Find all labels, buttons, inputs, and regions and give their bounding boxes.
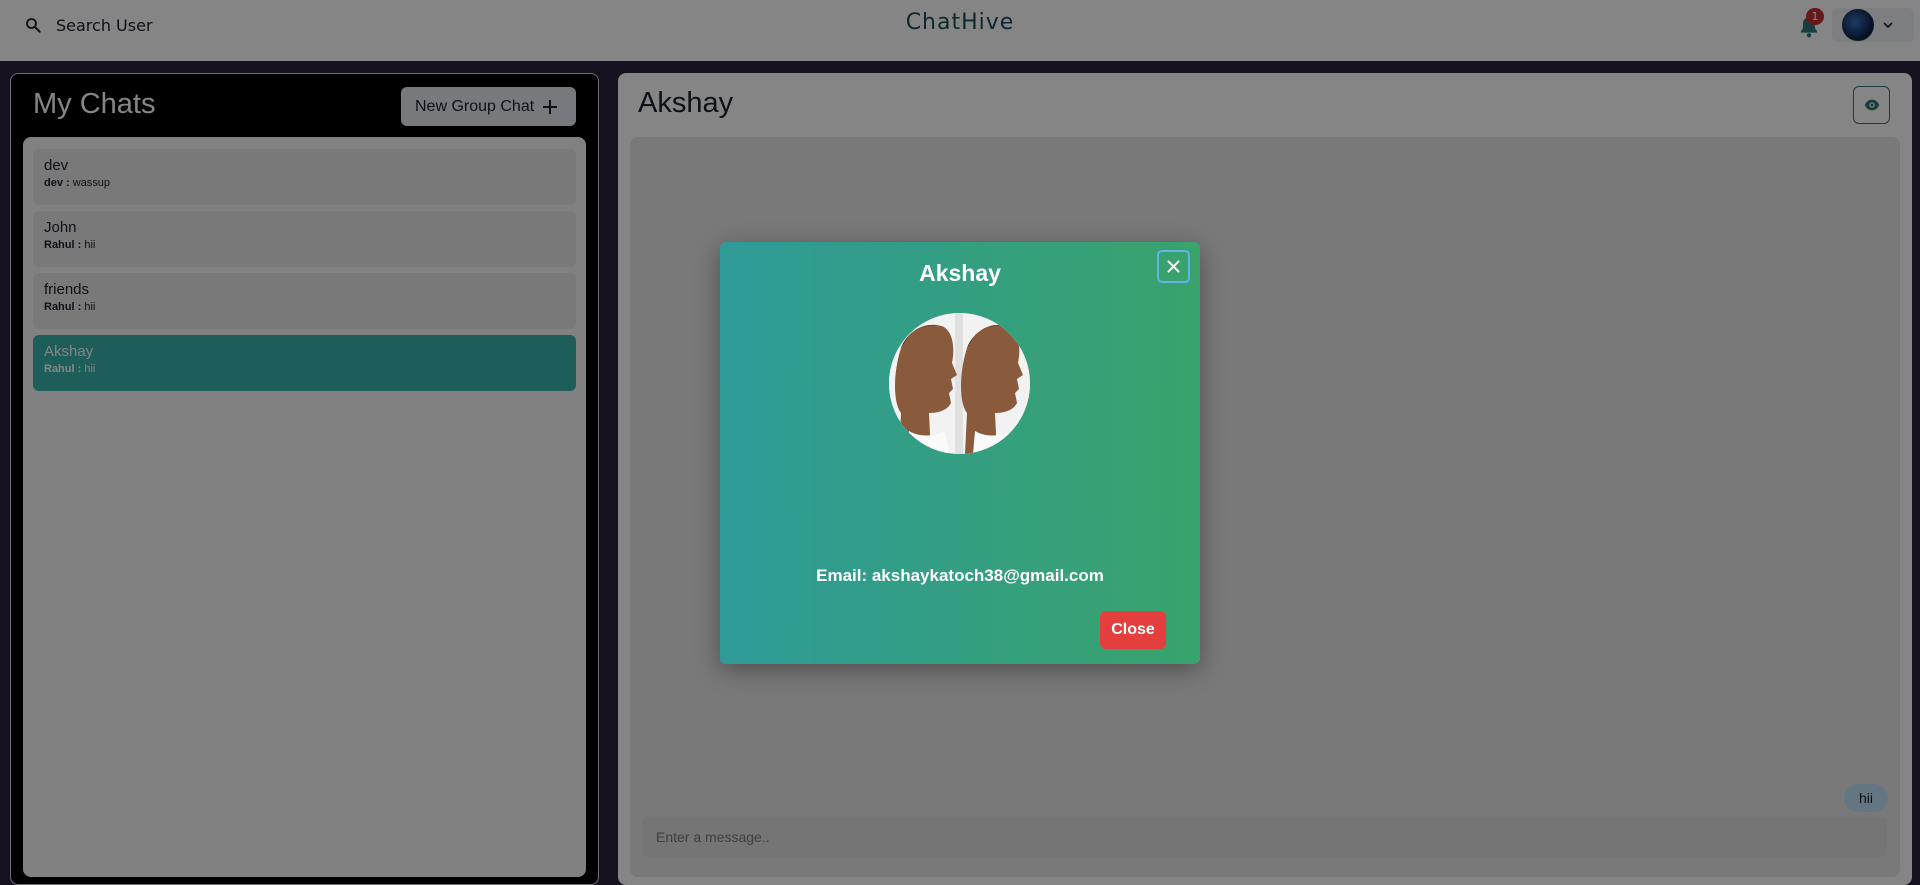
profile-modal: Akshay Email: akshaykatoch38@gmail.com C… (720, 242, 1200, 664)
profile-email: Email: akshaykatoch38@gmail.com (816, 566, 1104, 585)
close-button[interactable]: Close (1100, 611, 1166, 649)
profile-picture (889, 313, 1030, 454)
modal-close-x-button[interactable] (1157, 250, 1190, 283)
modal-title: Akshay (919, 260, 1001, 286)
close-icon (1167, 260, 1180, 273)
